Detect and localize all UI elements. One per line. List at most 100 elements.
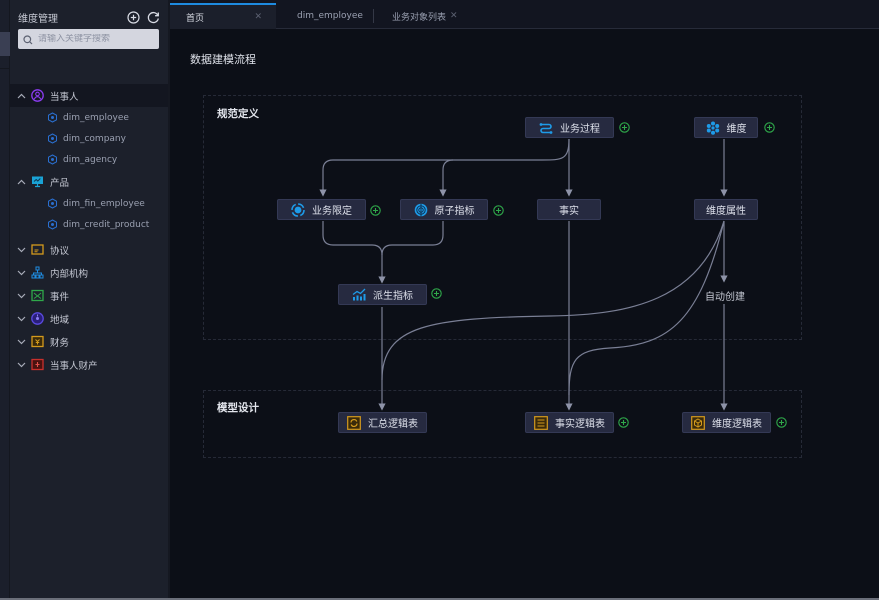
dimension-cube-icon xyxy=(47,112,58,123)
tree-item-dim-fin-employee[interactable]: dim_fin_employee xyxy=(10,193,168,214)
add-circle-icon[interactable] xyxy=(619,122,630,133)
edge-atomic-to-derived xyxy=(381,221,444,256)
org-icon xyxy=(31,266,44,279)
node-label: 事实逻辑表 xyxy=(555,419,605,430)
add-circle-icon[interactable] xyxy=(618,417,629,428)
refresh-icon[interactable] xyxy=(146,10,160,24)
dimension-table-icon xyxy=(691,415,705,430)
edge-limit-to-derived xyxy=(322,221,386,284)
connector-lines xyxy=(319,138,728,411)
edge-process-to-limit xyxy=(319,138,570,197)
tree-item-dim-employee[interactable]: dim_employee xyxy=(10,107,168,128)
node-label: 派生指标 xyxy=(373,291,413,302)
node-dimension-attribute[interactable]: 维度属性 xyxy=(694,199,758,220)
chevron-down-icon[interactable] xyxy=(17,316,27,322)
main-area: 首页 ✕ dim_employee 业务对象列表 ✕ 数据建模流程 规范定义 模… xyxy=(170,0,879,600)
add-circle-icon[interactable] xyxy=(764,122,775,133)
tree-group-region[interactable]: 地域 xyxy=(10,307,168,330)
tree-group-label: 协议 xyxy=(50,245,70,257)
edge-process-to-atomic xyxy=(439,159,454,197)
tree-group-product[interactable]: 产品 xyxy=(10,170,168,193)
sidebar-header: 维度管理 xyxy=(18,8,160,26)
node-fact-table[interactable]: 事实逻辑表 xyxy=(525,412,614,433)
node-label: 事实 xyxy=(559,206,579,217)
node-label: 维度 xyxy=(726,124,747,135)
tree-group-label: 当事人财产 xyxy=(50,360,98,372)
tree-group-asset[interactable]: 当事人财产 xyxy=(10,353,168,376)
tree-item-dim-credit-product[interactable]: dim_credit_product xyxy=(10,214,168,235)
chevron-down-icon[interactable] xyxy=(17,270,27,276)
rail-divider xyxy=(0,68,10,69)
asset-icon xyxy=(31,358,44,371)
node-label: 维度属性 xyxy=(706,206,746,217)
node-summary-table[interactable]: 汇总逻辑表 xyxy=(338,412,427,433)
tree-item-label: dim_credit_product xyxy=(63,219,150,230)
add-circle-icon[interactable] xyxy=(431,288,442,299)
tree-item-label: dim_agency xyxy=(63,154,118,165)
trend-chart-icon xyxy=(352,288,366,302)
summary-table-icon xyxy=(347,415,361,430)
tree-group-label: 当事人 xyxy=(50,91,79,103)
tree-item-label: dim_employee xyxy=(63,112,129,123)
atomic-metric-icon xyxy=(414,203,428,217)
node-label: 原子指标 xyxy=(434,206,475,217)
node-label: 维度逻辑表 xyxy=(712,419,762,430)
monitor-icon xyxy=(31,175,44,188)
tree-item-label: dim_fin_employee xyxy=(63,198,145,209)
rail-active-item[interactable] xyxy=(0,32,10,56)
fact-table-icon xyxy=(534,415,548,430)
sidebar-title: 维度管理 xyxy=(18,13,58,25)
node-atomic-metric[interactable]: 原子指标 xyxy=(400,199,488,220)
add-circle-icon[interactable] xyxy=(126,10,140,24)
agreement-icon xyxy=(31,243,44,256)
tree-item-label: dim_company xyxy=(63,133,126,144)
node-fact[interactable]: 事实 xyxy=(537,199,601,220)
tree-group-label: 事件 xyxy=(50,291,70,303)
region-icon xyxy=(31,312,44,325)
add-circle-icon[interactable] xyxy=(493,205,504,216)
search-box[interactable] xyxy=(18,29,159,49)
node-business-process[interactable]: 业务过程 xyxy=(525,117,614,138)
node-dimension[interactable]: 维度 xyxy=(694,117,758,138)
chevron-down-icon[interactable] xyxy=(17,247,27,253)
tree-group-label: 产品 xyxy=(50,177,70,189)
node-label: 业务过程 xyxy=(560,124,600,135)
dimension-cluster-icon xyxy=(706,121,720,135)
chevron-down-icon[interactable] xyxy=(17,339,27,345)
add-circle-icon[interactable] xyxy=(370,205,381,216)
dimension-cube-icon xyxy=(47,219,58,230)
dimension-cube-icon xyxy=(47,154,58,165)
chevron-up-icon[interactable] xyxy=(17,93,27,99)
business-limit-icon xyxy=(291,202,305,217)
edge-attr-to-facttable xyxy=(568,220,725,396)
tree-item-dim-agency[interactable]: dim_agency xyxy=(10,149,168,170)
node-label: 业务限定 xyxy=(312,206,352,217)
tree-group-party[interactable]: 当事人 xyxy=(10,84,168,107)
tree-group-org[interactable]: 内部机构 xyxy=(10,261,168,284)
tree-item-dim-company[interactable]: dim_company xyxy=(10,128,168,149)
dimension-cube-icon xyxy=(47,198,58,209)
chevron-down-icon[interactable] xyxy=(17,293,27,299)
search-icon xyxy=(23,30,33,49)
node-label: 汇总逻辑表 xyxy=(368,419,418,430)
process-flow-icon xyxy=(539,121,553,135)
dimension-cube-icon xyxy=(47,133,58,144)
search-input[interactable] xyxy=(38,34,148,44)
tree-group-event[interactable]: 事件 xyxy=(10,284,168,307)
finance-icon xyxy=(31,335,44,348)
add-circle-icon[interactable] xyxy=(776,417,787,428)
chevron-up-icon[interactable] xyxy=(17,179,27,185)
node-dimension-table[interactable]: 维度逻辑表 xyxy=(682,412,771,433)
node-derived-metric[interactable]: 派生指标 xyxy=(338,284,427,305)
tree-group-finance[interactable]: 财务 xyxy=(10,330,168,353)
sidebar: 维度管理 当事人 dim_employee dim_company dim xyxy=(10,0,168,600)
tree-group-label: 财务 xyxy=(50,337,70,349)
node-business-limit[interactable]: 业务限定 xyxy=(277,199,366,220)
event-icon xyxy=(31,289,44,302)
tree-group-agreement[interactable]: 协议 xyxy=(10,238,168,261)
person-icon xyxy=(31,89,44,102)
chevron-down-icon[interactable] xyxy=(17,362,27,368)
tree-group-label: 内部机构 xyxy=(50,268,89,280)
dimension-tree: 当事人 dim_employee dim_company dim_agency … xyxy=(10,84,168,376)
auto-create-label: 自动创建 xyxy=(705,292,745,303)
